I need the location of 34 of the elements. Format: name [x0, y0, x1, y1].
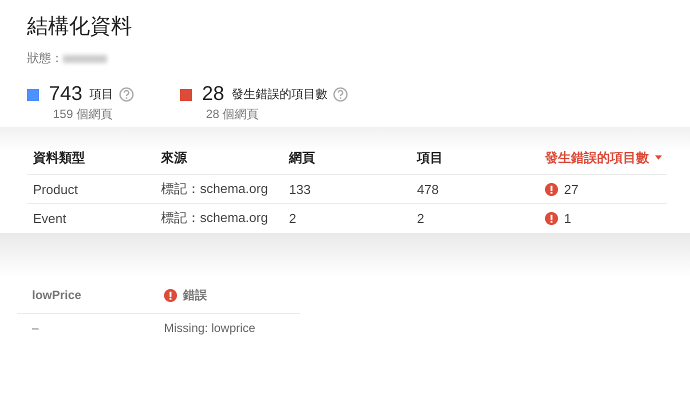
summary-label: 發生錯誤的項目數: [231, 86, 328, 103]
column-header[interactable]: 項目: [411, 148, 539, 166]
column-header[interactable]: 來源: [155, 148, 283, 166]
summary-label: 項目: [89, 86, 114, 103]
caret-icon: [655, 155, 662, 160]
error-message: Missing: lowprice: [164, 321, 256, 335]
column-header[interactable]: 發生錯誤的項目數: [539, 148, 667, 166]
error-icon: [164, 288, 177, 302]
property-value: –: [31, 321, 40, 335]
error-icon: [545, 212, 558, 224]
page-count: 159 個網頁: [53, 106, 114, 123]
column-header[interactable]: 資料類型: [27, 148, 155, 166]
table-cell-text: Event: [32, 210, 68, 226]
table-cell-text: 2: [416, 210, 426, 226]
table-cell: 27: [564, 182, 578, 196]
page-count: 28 個網頁: [206, 106, 260, 123]
summary-count: 28: [202, 83, 224, 106]
table-cell-text: 標記：schema.org: [160, 209, 269, 227]
page-title: 結構化資料: [27, 14, 133, 40]
table-cell-text: 標記：schema.org: [160, 180, 269, 198]
table-cell-text: 2: [288, 210, 298, 226]
help-icon[interactable]: [119, 87, 134, 102]
table-cell: 1: [564, 210, 572, 226]
status-label: 狀態：: [27, 50, 63, 67]
table-cell-text: 478: [416, 182, 440, 196]
table-cell-text: 133: [288, 182, 312, 196]
column-header[interactable]: 網頁: [283, 148, 411, 166]
help-icon[interactable]: [333, 87, 348, 102]
table-cell-text: Product: [32, 182, 79, 196]
error-icon: [545, 182, 558, 196]
summary-count: 743: [49, 83, 82, 106]
blurred-value: [63, 54, 107, 62]
property-name: lowPrice: [31, 288, 82, 302]
error-status: 錯誤: [183, 286, 207, 304]
